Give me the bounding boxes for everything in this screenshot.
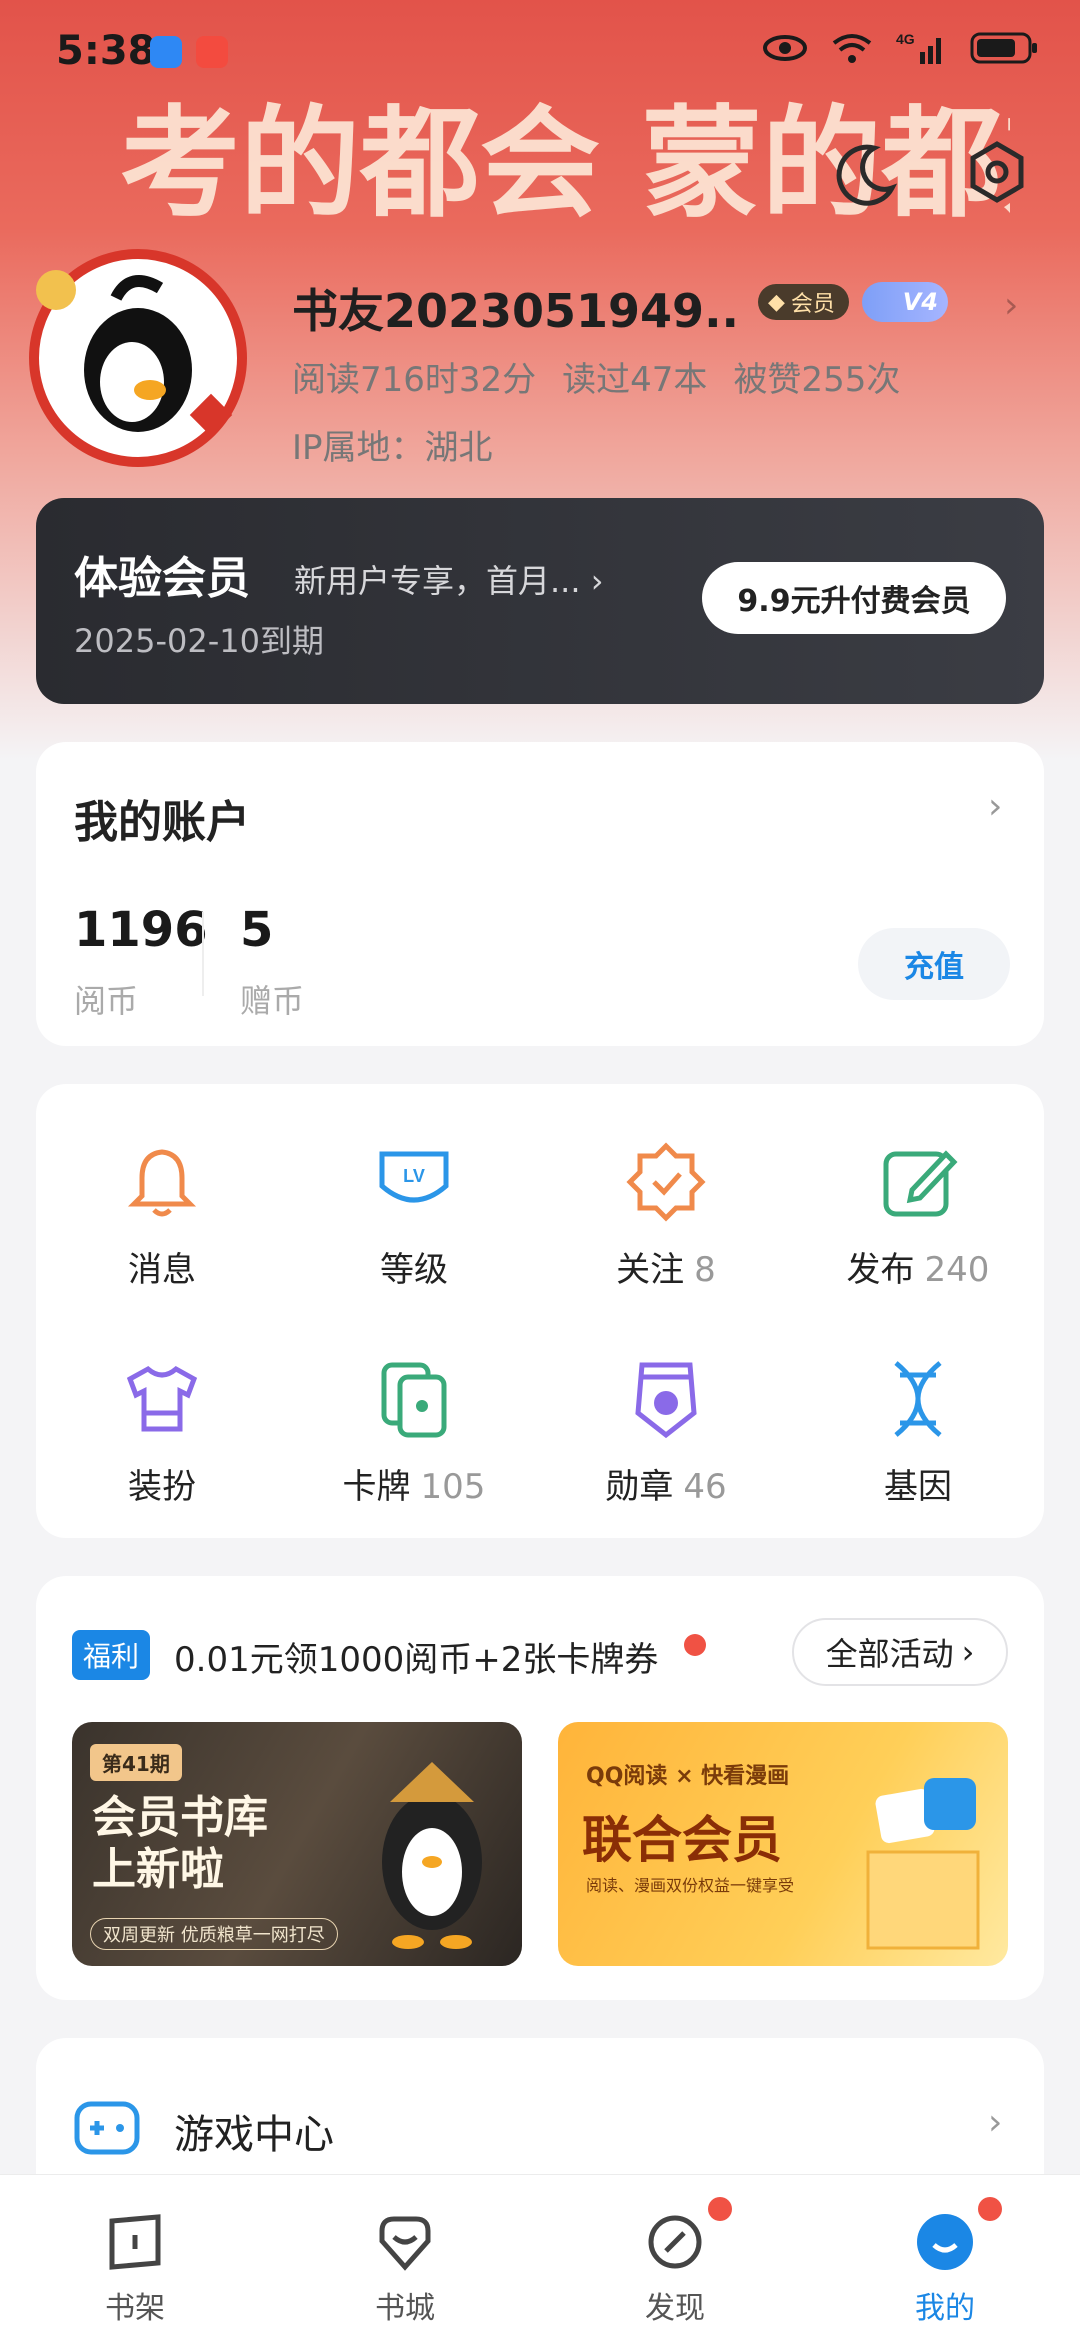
reading-time: 阅读716时32分 [292,360,537,400]
avatar[interactable] [20,240,250,470]
status-bar: 5:38 4G [0,0,1080,100]
gift-coin-label: 赠币 [240,982,305,1020]
tab-bookstore[interactable]: 书城 [270,2175,540,2340]
banner2-footer: 阅读、漫画双份权益一键享受 [586,1876,795,1895]
book-app-icon [196,36,228,68]
account-divider [202,912,204,996]
mine-notification-dot [978,2197,1002,2221]
ip-location: IP属地：湖北 [292,428,493,468]
svg-text:4G: 4G [896,31,915,47]
gift-box-image [866,1778,980,1950]
settings-icon[interactable] [965,140,1029,204]
level-badge[interactable]: V4 [862,282,948,322]
welfare-tag: 福利 [72,1630,150,1680]
level-shield-icon: LV [379,1151,449,1203]
medal-icon [635,1362,697,1439]
banner1-line1: 会员书库 [92,1792,268,1843]
bookstore-icon [379,2216,431,2271]
all-activities-button[interactable]: 全部活动 › [792,1618,1008,1686]
signal-icon: 4G [896,31,941,64]
username[interactable]: 书友2023051949... [292,275,742,341]
profile-chevron-right-icon[interactable]: › [1004,285,1018,326]
vip-badge[interactable]: ◆ 会员 [758,284,849,320]
joint-membership-banner[interactable]: QQ阅读 × 快看漫画 联合会员 阅读、漫画双份权益一键享受 [558,1722,1008,1966]
gift-coin-balance: 5 [240,902,274,958]
reading-stats: 阅读716时32分 读过47本 被赞255次 [292,352,900,401]
status-time: 5:38 [56,28,156,74]
dna-icon [894,1361,942,1437]
account-chevron-right-icon[interactable]: › [988,786,1002,827]
coin-label: 阅币 [74,982,139,1020]
tshirt-icon [126,1365,198,1432]
upgrade-vip-button[interactable]: 9.9元升付费会员 [702,562,1006,634]
tab-discover[interactable]: 发现 [540,2175,810,2340]
likes-received: 被赞255次 [733,360,901,400]
chevron-right-icon: › [590,562,604,600]
feature-medals[interactable]: 勋章 46 [540,1357,792,1508]
vip-title: 体验会员 [74,553,250,604]
vip-badge-label: 会员 [790,292,835,317]
eye-icon [763,35,807,61]
chevron-right-icon: › [961,1633,975,1671]
penguin-mascot-image [382,1762,482,1949]
bell-icon [127,1149,197,1217]
game-center-chevron-right-icon[interactable]: › [988,2102,1002,2143]
night-mode-icon[interactable] [830,140,900,210]
feature-publish[interactable]: 发布 240 [792,1140,1044,1291]
feature-follow[interactable]: 关注 8 [540,1140,792,1291]
recharge-button[interactable]: 充值 [858,928,1010,1000]
badge-check-icon [626,1142,706,1222]
weather-app-icon [150,36,182,68]
feature-cards[interactable]: 卡牌 105 [288,1357,540,1508]
books-read: 读过47本 [562,360,708,400]
svg-text:LV: LV [403,1166,425,1186]
tab-mine[interactable]: 我的 [810,2175,1080,2340]
features-card: 消息 LV 等级 关注 8 发布 240 装扮 卡牌 105 勋章 46 基因 [36,1084,1044,1538]
vip-card[interactable]: 体验会员 新用户专享，首月... › 2025-02-10到期 9.9元升付费会… [36,498,1044,704]
bottom-navigation: 书架 书城 发现 我的 [0,2174,1080,2340]
feature-dressup[interactable]: 装扮 [36,1357,288,1508]
banner2-top: QQ阅读 × 快看漫画 [586,1764,790,1789]
account-title: 我的账户 [74,797,250,848]
banner1-footer: 双周更新 优质粮草一网打尽 [90,1918,338,1950]
vip-expire-date: 2025-02-10到期 [74,622,324,660]
banner2-title: 联合会员 [582,1811,782,1869]
cards-icon [381,1362,447,1438]
wifi-icon [832,34,872,63]
bookshelf-icon [109,2214,161,2270]
gamepad-icon [74,2101,140,2155]
promo-headline[interactable]: 0.01元领1000阅币+2张卡牌券 [174,1632,658,1681]
promo-card: 福利 0.01元领1000阅币+2张卡牌券 全部活动 › 第41期 会员书库 上新… [36,1576,1044,2000]
battery-icon [970,32,1037,64]
discover-icon [648,2215,702,2269]
vip-badge-icon: ◆ [768,289,785,315]
feature-messages[interactable]: 消息 [36,1140,288,1291]
tab-bookshelf[interactable]: 书架 [0,2175,270,2340]
member-library-banner[interactable]: 第41期 会员书库 上新啦 双周更新 优质粮草一网打尽 [72,1722,522,1966]
game-center-title: 游戏中心 [174,2112,334,2158]
coin-balance: 1196 [74,902,208,958]
status-app-icons [150,36,228,68]
status-right-icons: 4G [762,30,1040,66]
feature-gene[interactable]: 基因 [792,1357,1044,1508]
promo-notification-dot [684,1634,706,1656]
account-card[interactable]: 我的账户 › 1196 阅币 5 赠币 充值 [36,742,1044,1046]
edit-icon [883,1150,958,1217]
issue-tag: 第41期 [90,1744,182,1781]
mine-icon [917,2214,973,2270]
discover-notification-dot [708,2197,732,2221]
vip-description[interactable]: 新用户专享，首月... › [294,556,604,602]
banner1-line2: 上新啦 [92,1844,224,1895]
feature-level[interactable]: LV 等级 [288,1140,540,1291]
